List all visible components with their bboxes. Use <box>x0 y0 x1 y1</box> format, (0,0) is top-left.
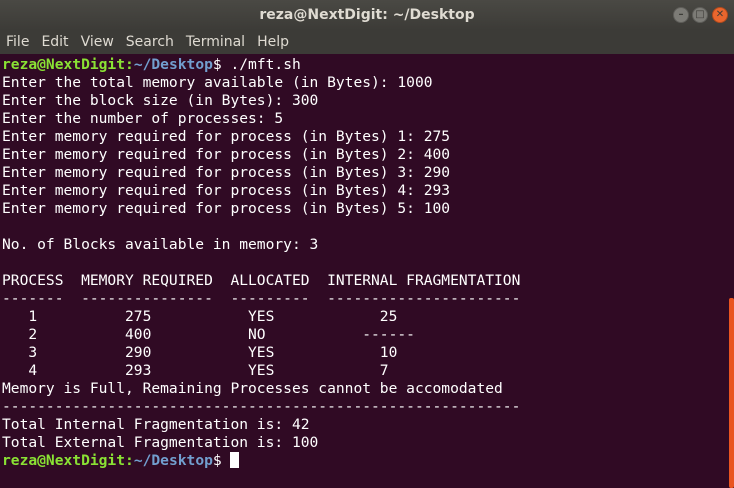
output-line: Enter memory required for process (in By… <box>2 164 451 181</box>
table-rule: ------- --------------- --------- ------… <box>2 290 521 307</box>
table-header: PROCESS MEMORY REQUIRED ALLOCATED INTERN… <box>2 272 521 289</box>
prompt-line: reza@NextDigit:~/Desktop$ ./mft.sh <box>2 56 301 74</box>
output-line: Enter memory required for process (in By… <box>2 128 451 145</box>
table-row: 1 275 YES 25 <box>2 308 398 325</box>
menu-bar: File Edit View Search Terminal Help <box>0 30 734 54</box>
terminal-window: reza@NextDigit: ~/Desktop – □ ✕ File Edi… <box>0 0 734 488</box>
prompt-user-host: reza@NextDigit <box>2 452 126 469</box>
command-text: ./mft.sh <box>221 56 301 73</box>
prompt-separator: : <box>125 56 134 73</box>
terminal-output[interactable]: reza@NextDigit:~/Desktop$ ./mft.sh Enter… <box>0 54 726 488</box>
maximize-icon[interactable]: □ <box>692 7 708 23</box>
prompt-separator: : <box>125 452 134 469</box>
output-line: Enter the number of processes: 5 <box>2 110 284 127</box>
blocks-available-line: No. of Blocks available in memory: 3 <box>2 236 319 253</box>
prompt-user-host: reza@NextDigit <box>2 56 126 73</box>
window-title: reza@NextDigit: ~/Desktop <box>259 7 475 23</box>
scrollbar[interactable] <box>726 54 734 488</box>
prompt-symbol: $ <box>212 452 222 469</box>
menu-file[interactable]: File <box>0 34 35 50</box>
separator-line: ----------------------------------------… <box>2 398 521 415</box>
menu-view[interactable]: View <box>75 34 120 50</box>
scrollbar-thumb[interactable] <box>729 298 734 488</box>
minimize-icon[interactable]: – <box>673 7 689 23</box>
output-line: Enter the total memory available (in Byt… <box>2 74 433 91</box>
menu-search[interactable]: Search <box>120 34 180 50</box>
prompt-path: ~/Desktop <box>133 452 213 469</box>
prompt-line: reza@NextDigit:~/Desktop$ <box>2 452 240 470</box>
output-line: Enter memory required for process (in By… <box>2 182 451 199</box>
output-line: Enter memory required for process (in By… <box>2 146 451 163</box>
internal-fragmentation-total: Total Internal Fragmentation is: 42 <box>2 416 310 433</box>
table-row: 3 290 YES 10 <box>2 344 398 361</box>
table-row: 4 293 YES 7 <box>2 362 389 379</box>
output-line: Enter memory required for process (in By… <box>2 200 451 217</box>
table-row: 2 400 NO ------ <box>2 326 415 343</box>
output-line: Enter the block size (in Bytes): 300 <box>2 92 319 109</box>
close-icon[interactable]: ✕ <box>712 7 728 23</box>
menu-terminal[interactable]: Terminal <box>180 34 251 50</box>
menu-help[interactable]: Help <box>251 34 295 50</box>
prompt-symbol: $ <box>212 56 222 73</box>
menu-edit[interactable]: Edit <box>35 34 74 50</box>
text-cursor <box>230 452 240 468</box>
prompt-path: ~/Desktop <box>133 56 213 73</box>
title-bar[interactable]: reza@NextDigit: ~/Desktop – □ ✕ <box>0 0 734 30</box>
external-fragmentation-total: Total External Fragmentation is: 100 <box>2 434 319 451</box>
memory-full-message: Memory is Full, Remaining Processes cann… <box>2 380 503 397</box>
